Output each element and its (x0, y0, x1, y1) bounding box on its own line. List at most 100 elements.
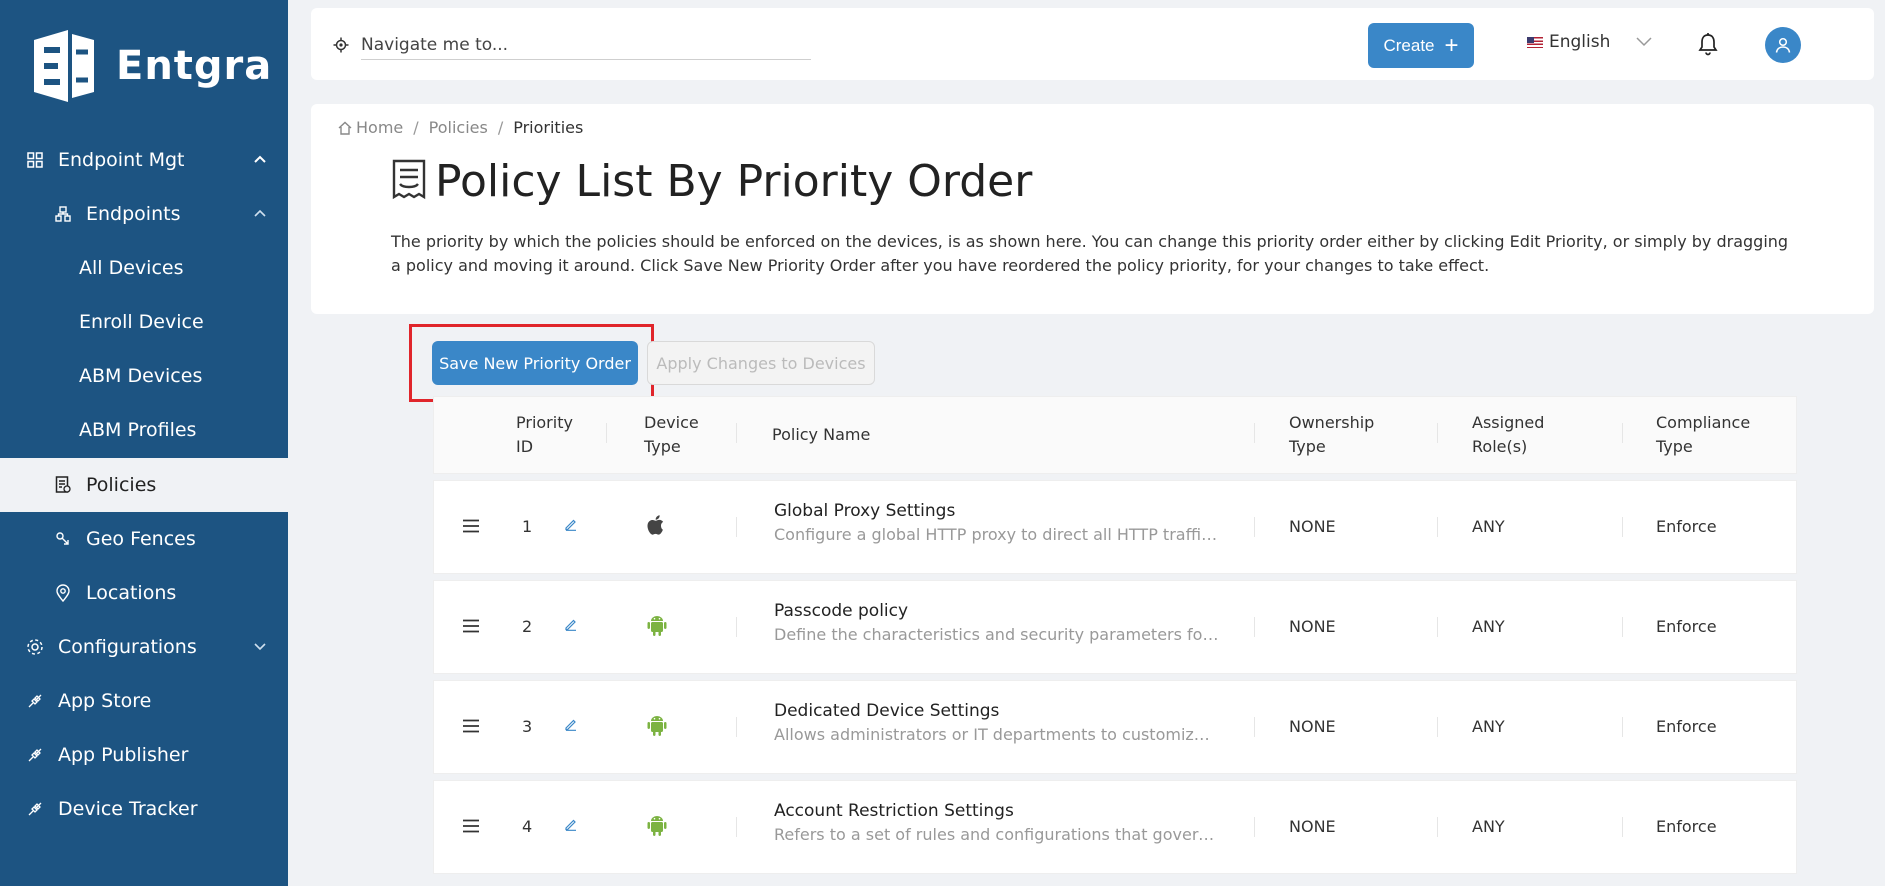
sidebar-item-geo-fences[interactable]: Geo Fences (0, 512, 288, 566)
sidebar: Entgra Endpoint Mgt Endpoints All Device… (0, 0, 288, 886)
col-divider (1437, 517, 1438, 537)
priority-id: 3 (522, 717, 533, 736)
sidebar-item-app-store[interactable]: App Store (0, 674, 288, 728)
col-divider (736, 817, 737, 837)
locate-icon (333, 37, 349, 53)
drag-handle-icon[interactable] (462, 619, 480, 633)
top-header: Create + English (311, 8, 1874, 80)
policy-description: Define the characteristics and security … (774, 625, 1219, 644)
policy-name: Passcode policy (774, 601, 909, 621)
android-icon (647, 816, 667, 836)
sidebar-item-enroll-device[interactable]: Enroll Device (0, 295, 288, 349)
sidebar-item-label: All Devices (79, 257, 184, 279)
location-pin-icon (52, 582, 74, 604)
breadcrumb-policies[interactable]: Policies (429, 118, 488, 137)
sidebar-item-policies[interactable]: Policies (0, 458, 288, 512)
page-description: The priority by which the policies shoul… (391, 232, 1789, 275)
grid-icon (24, 149, 46, 171)
compliance-type: Enforce (1656, 817, 1717, 836)
policy-name-cell: Global Proxy Settings Configure a global… (774, 501, 1219, 544)
policy-priority-table: Priority ID Device Type Policy Name Owne… (433, 396, 1797, 874)
sidebar-item-endpoints[interactable]: Endpoints (0, 187, 288, 241)
policy-icon (52, 474, 74, 496)
drag-handle-icon[interactable] (462, 819, 480, 833)
policy-document-icon (392, 159, 426, 199)
priority-id: 2 (522, 617, 533, 636)
sidebar-item-label: Endpoints (86, 203, 181, 225)
col-divider (1622, 817, 1623, 837)
sidebar-item-label: Policies (86, 474, 157, 496)
android-icon (647, 716, 667, 736)
breadcrumb-home[interactable]: Home (356, 118, 403, 137)
drag-handle-icon[interactable] (462, 519, 480, 533)
user-icon (1775, 37, 1791, 53)
save-new-priority-order-button[interactable]: Save New Priority Order (432, 341, 638, 385)
edit-icon[interactable] (564, 717, 578, 731)
col-divider (1622, 517, 1623, 537)
priority-id: 1 (522, 517, 533, 536)
brand-logo[interactable]: Entgra (28, 30, 272, 102)
table-row[interactable]: 4 Account Restriction Settings Refers to… (433, 780, 1797, 874)
col-divider (736, 717, 737, 737)
col-divider (1437, 717, 1438, 737)
sidebar-item-label: Enroll Device (79, 311, 204, 333)
apply-changes-button[interactable]: Apply Changes to Devices (647, 341, 875, 385)
android-icon (647, 616, 667, 636)
sidebar-item-configurations[interactable]: Configurations (0, 620, 288, 674)
col-divider (1437, 423, 1438, 443)
col-divider (1437, 617, 1438, 637)
policy-description: Allows administrators or IT departments … (774, 725, 1219, 744)
table-row[interactable]: 1 Global Proxy Settings Configure a glob… (433, 480, 1797, 574)
col-header-text: Compliance (1656, 413, 1751, 432)
create-button-label: Create (1383, 35, 1435, 55)
sidebar-item-label: Device Tracker (58, 798, 198, 820)
priority-id: 4 (522, 817, 533, 836)
col-assigned-roles: Assigned Role(s) (1472, 411, 1544, 459)
breadcrumb: Home / Policies / Priorities (337, 118, 583, 137)
navigate-search (333, 30, 811, 60)
table-row[interactable]: 3 Dedicated Device Settings Allows admin… (433, 680, 1797, 774)
edit-icon[interactable] (564, 517, 578, 531)
assigned-roles: ANY (1472, 517, 1505, 536)
language-label: English (1549, 32, 1611, 52)
sidebar-item-locations[interactable]: Locations (0, 566, 288, 620)
policy-description: Configure a global HTTP proxy to direct … (774, 525, 1219, 544)
language-selector[interactable]: English (1527, 32, 1652, 52)
drag-handle-icon[interactable] (462, 719, 480, 733)
ownership-type: NONE (1289, 517, 1336, 536)
home-icon (338, 121, 352, 135)
create-button[interactable]: Create + (1368, 23, 1474, 68)
sidebar-item-abm-profiles[interactable]: ABM Profiles (0, 403, 288, 457)
sidebar-item-all-devices[interactable]: All Devices (0, 241, 288, 295)
api-icon (24, 690, 46, 712)
sidebar-item-endpoint-mgt[interactable]: Endpoint Mgt (0, 133, 288, 187)
sidebar-item-device-tracker[interactable]: Device Tracker (0, 782, 288, 836)
ownership-type: NONE (1289, 617, 1336, 636)
compliance-type: Enforce (1656, 717, 1717, 736)
apple-icon (647, 515, 664, 535)
sidebar-item-app-publisher[interactable]: App Publisher (0, 728, 288, 782)
col-divider (1254, 517, 1255, 537)
notification-bell-icon[interactable] (1698, 32, 1718, 60)
table-row[interactable]: 2 Passcode policy Define the characteris… (433, 580, 1797, 674)
user-avatar[interactable] (1765, 27, 1801, 63)
edit-icon[interactable] (564, 617, 578, 631)
api-icon (24, 798, 46, 820)
ownership-type: NONE (1289, 717, 1336, 736)
navigate-input[interactable] (361, 30, 811, 60)
policy-name-cell: Dedicated Device Settings Allows adminis… (774, 701, 1219, 744)
col-divider (736, 423, 737, 443)
policy-description: Refers to a set of rules and configurati… (774, 825, 1219, 844)
sidebar-item-label: ABM Profiles (79, 419, 197, 441)
col-divider (736, 617, 737, 637)
edit-icon[interactable] (564, 817, 578, 831)
sidebar-item-abm-devices[interactable]: ABM Devices (0, 349, 288, 403)
col-device-type: Device Type (644, 411, 699, 459)
col-divider (736, 517, 737, 537)
sidebar-item-label: App Publisher (58, 744, 189, 766)
policy-name: Account Restriction Settings (774, 801, 1014, 821)
assigned-roles: ANY (1472, 817, 1505, 836)
sidebar-item-label: ABM Devices (79, 365, 203, 387)
assigned-roles: ANY (1472, 717, 1505, 736)
col-header-text: ID (516, 437, 534, 456)
